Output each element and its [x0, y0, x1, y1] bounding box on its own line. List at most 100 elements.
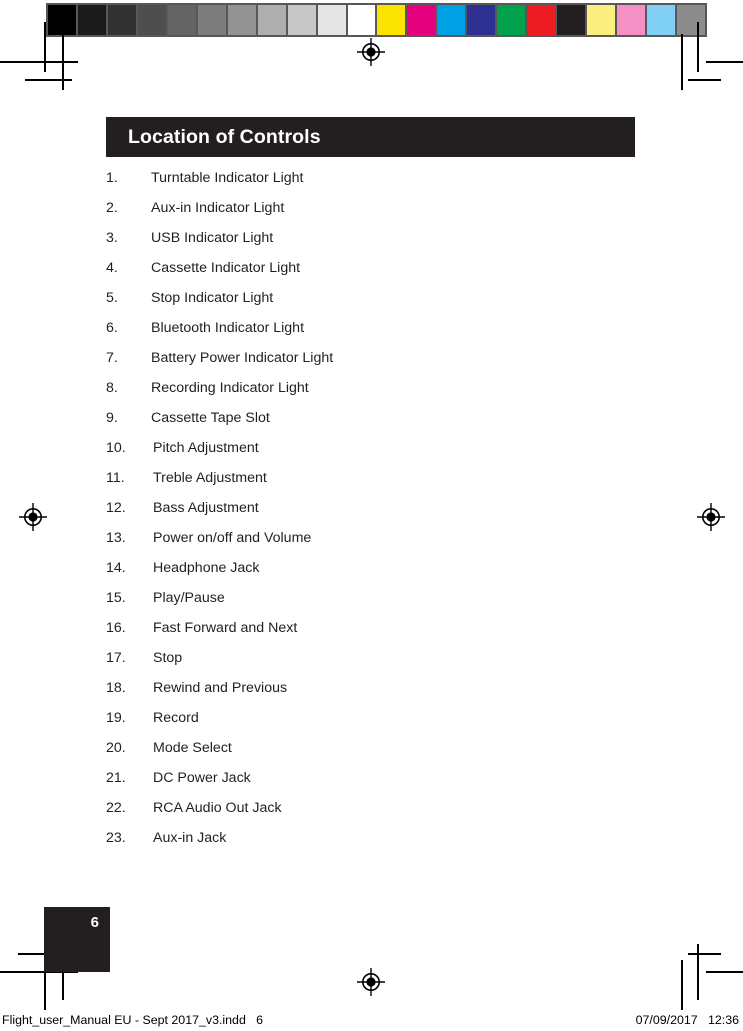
color-swatch	[78, 5, 108, 35]
control-item-label: Battery Power Indicator Light	[151, 350, 334, 366]
color-swatch	[467, 5, 497, 35]
crop-mark-top-right-outer-v	[697, 22, 699, 72]
color-swatch	[318, 5, 348, 35]
control-list-item: 22. RCA Audio Out Jack	[106, 800, 646, 830]
control-item-number: 17.	[106, 650, 126, 666]
color-swatch	[377, 5, 407, 35]
control-list-item: 21. DC Power Jack	[106, 770, 646, 800]
crop-mark-top-left-inner-v	[62, 34, 64, 90]
control-item-number: 10.	[106, 440, 126, 456]
control-list-item: 7. Battery Power Indicator Light	[106, 350, 646, 380]
color-swatch	[168, 5, 198, 35]
control-item-label: Fast Forward and Next	[153, 620, 298, 636]
control-list-item: 5. Stop Indicator Light	[106, 290, 646, 320]
control-list-item: 19. Record	[106, 710, 646, 740]
control-item-label: Aux-in Indicator Light	[151, 200, 285, 216]
control-list-item: 15. Play/Pause	[106, 590, 646, 620]
control-list-item: 4. Cassette Indicator Light	[106, 260, 646, 290]
color-swatch	[348, 5, 376, 35]
crop-mark-top-right-outer-h	[706, 61, 743, 63]
color-swatch	[198, 5, 228, 35]
control-list-item: 14. Headphone Jack	[106, 560, 646, 590]
control-item-number: 22.	[106, 800, 126, 816]
color-swatch	[228, 5, 258, 35]
color-swatch	[647, 5, 677, 35]
control-item-number: 6.	[106, 320, 118, 336]
control-item-number: 11.	[106, 470, 125, 486]
control-item-number: 4.	[106, 260, 118, 276]
control-list-item: 12. Bass Adjustment	[106, 500, 646, 530]
crop-mark-bottom-right-outer-v	[681, 960, 683, 1010]
control-item-number: 19.	[106, 710, 126, 726]
control-item-number: 13.	[106, 530, 126, 546]
control-list-item: 11. Treble Adjustment	[106, 470, 646, 500]
grayscale-calibration-strip	[46, 3, 378, 37]
color-swatch	[138, 5, 168, 35]
section-header-bar: Location of Controls	[106, 117, 635, 157]
control-list-item: 3. USB Indicator Light	[106, 230, 646, 260]
control-item-label: Aux-in Jack	[153, 830, 227, 846]
control-list-item: 13. Power on/off and Volume	[106, 530, 646, 560]
control-item-number: 23.	[106, 830, 126, 846]
control-item-label: Play/Pause	[153, 590, 225, 606]
process-color-calibration-strip	[375, 3, 707, 37]
control-item-label: Headphone Jack	[153, 560, 260, 576]
crop-mark-bottom-right-inner-v	[697, 944, 699, 1000]
registration-target-top-icon	[357, 38, 385, 66]
registration-target-right-icon	[697, 503, 725, 531]
control-item-label: Mode Select	[153, 740, 232, 756]
control-item-label: Recording Indicator Light	[151, 380, 309, 396]
color-swatch	[587, 5, 617, 35]
color-swatch	[557, 5, 587, 35]
control-item-number: 2.	[106, 200, 118, 216]
control-item-label: Record	[153, 710, 199, 726]
color-swatch	[677, 5, 705, 35]
control-item-label: Stop Indicator Light	[151, 290, 274, 306]
control-item-number: 21.	[106, 770, 126, 786]
crop-mark-top-right-inner-v	[681, 34, 683, 90]
color-swatch	[617, 5, 647, 35]
control-list-item: 9. Cassette Tape Slot	[106, 410, 646, 440]
page-number-tab: 6	[44, 907, 110, 972]
control-item-number: 12.	[106, 500, 126, 516]
control-list-item: 8. Recording Indicator Light	[106, 380, 646, 410]
control-item-label: Turntable Indicator Light	[151, 170, 304, 186]
color-swatch	[407, 5, 437, 35]
control-item-label: Cassette Indicator Light	[151, 260, 301, 276]
footer-filename-slug: Flight_user_Manual EU - Sept 2017_v3.ind…	[2, 1013, 264, 1027]
crop-mark-top-left-inner-h	[25, 79, 72, 81]
control-item-number: 7.	[106, 350, 118, 366]
control-list-item: 1. Turntable Indicator Light	[106, 170, 646, 200]
control-item-number: 8.	[106, 380, 118, 396]
control-item-number: 5.	[106, 290, 118, 306]
crop-mark-top-right-inner-h	[688, 79, 721, 81]
control-list-item: 6. Bluetooth Indicator Light	[106, 320, 646, 350]
crop-mark-top-left-outer-h	[0, 61, 78, 63]
color-swatch	[437, 5, 467, 35]
color-swatch	[258, 5, 288, 35]
control-item-label: DC Power Jack	[153, 770, 251, 786]
control-list-item: 23. Aux-in Jack	[106, 830, 646, 860]
control-item-number: 14.	[106, 560, 126, 576]
control-item-label: Power on/off and Volume	[153, 530, 312, 546]
color-swatch	[497, 5, 527, 35]
control-list-item: 10. Pitch Adjustment	[106, 440, 646, 470]
page-title: Location of Controls	[128, 125, 321, 148]
control-item-number: 1.	[106, 170, 118, 186]
controls-list: 1. Turntable Indicator Light 2. Aux-in Indi…	[106, 170, 646, 860]
control-item-number: 3.	[106, 230, 118, 246]
control-item-label: Rewind and Previous	[153, 680, 288, 696]
registration-target-left-icon	[19, 503, 47, 531]
color-swatch	[48, 5, 78, 35]
control-item-label: USB Indicator Light	[151, 230, 274, 246]
crop-mark-bottom-right-inner-h	[688, 953, 721, 955]
registration-target-bottom-icon	[357, 968, 385, 996]
control-item-number: 20.	[106, 740, 126, 756]
control-item-number: 15.	[106, 590, 126, 606]
control-item-label: Treble Adjustment	[153, 470, 267, 486]
control-item-label: Cassette Tape Slot	[151, 410, 270, 426]
page-number: 6	[90, 914, 99, 931]
control-list-item: 20. Mode Select	[106, 740, 646, 770]
control-list-item: 18. Rewind and Previous	[106, 680, 646, 710]
color-swatch	[288, 5, 318, 35]
